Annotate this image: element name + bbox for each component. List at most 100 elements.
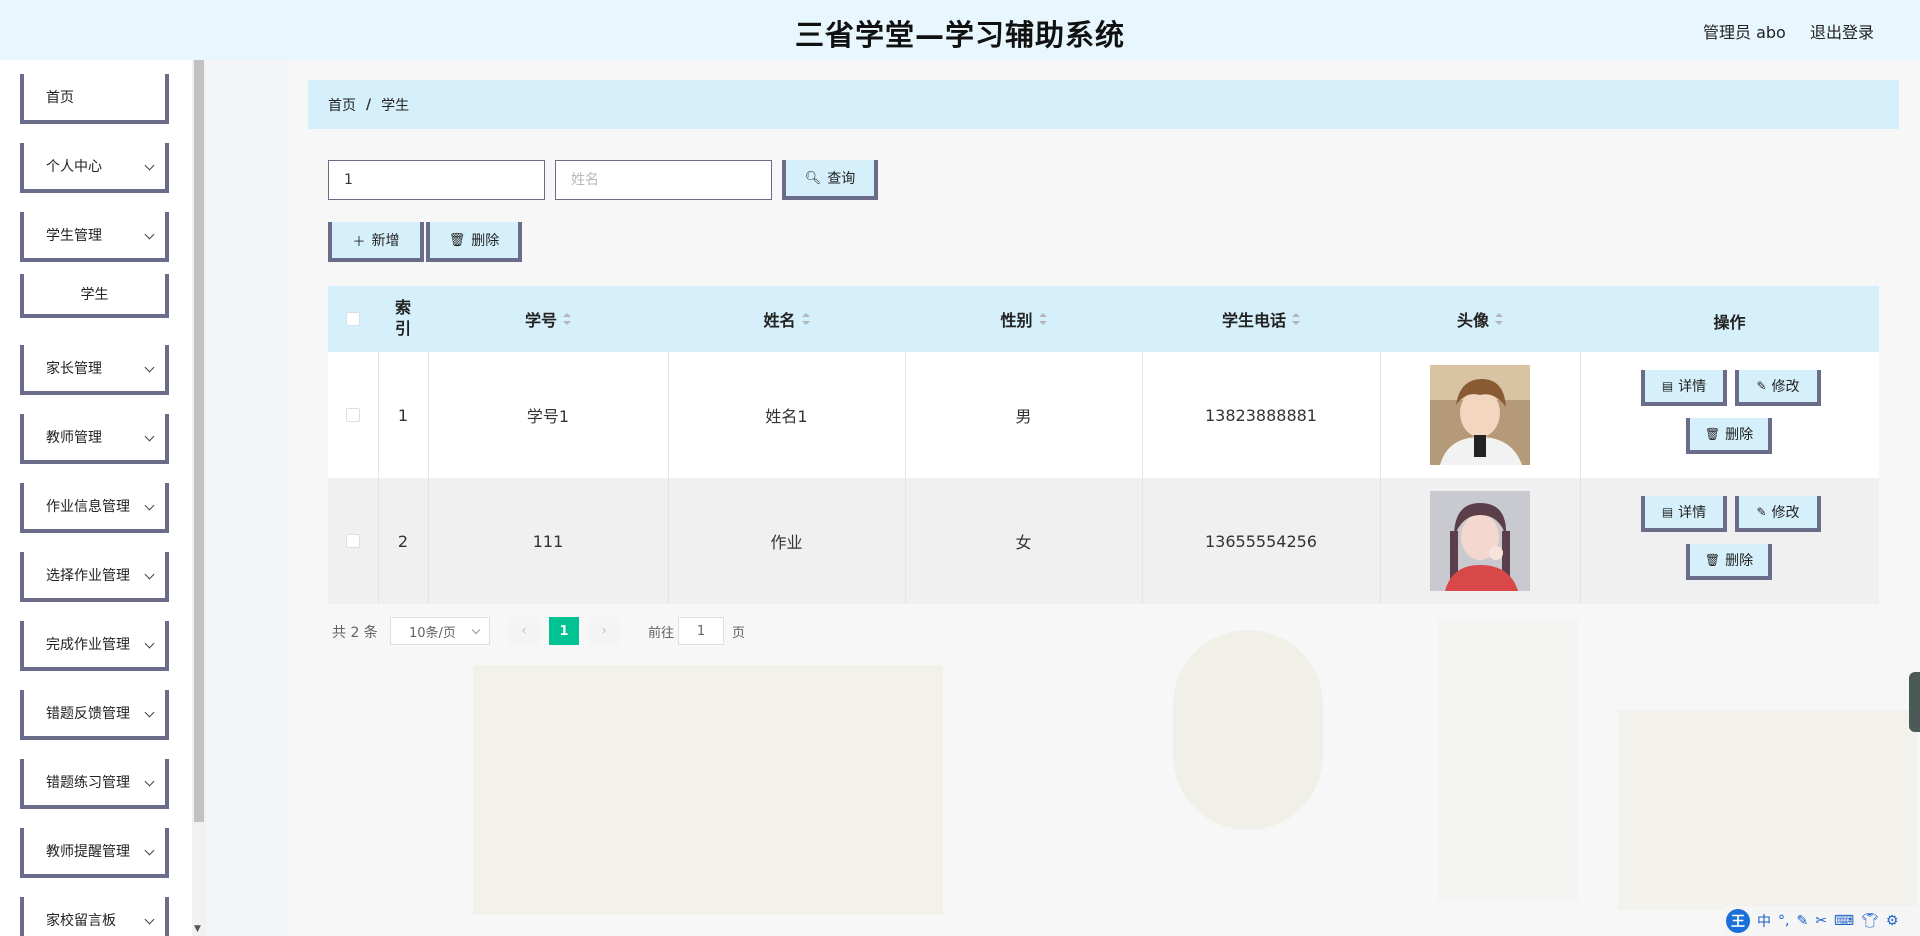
sidebar-item-label: 错题练习管理 [46,775,130,791]
name-search-input[interactable] [555,160,772,200]
sidebar-subitem-student[interactable]: 学生 [20,274,169,318]
prev-page-button[interactable]: ‹ [509,617,539,645]
query-label: 查询 [827,171,856,187]
plus-icon: ＋ [352,234,366,250]
column-header-name[interactable]: 姓名 [668,286,905,352]
edit-button[interactable]: ✎ 修改 [1735,496,1821,532]
sidebar-item-complete-homework[interactable]: 完成作业管理 [20,621,169,671]
delete-label: 删除 [471,233,500,249]
add-button[interactable]: ＋ 新增 [328,222,424,262]
delete-button[interactable]: 🗑︎ 删除 [1686,544,1772,580]
scroll-down-icon[interactable]: ▼ [194,924,201,934]
chevron-down-icon [144,638,155,649]
chevron-down-icon [144,845,155,856]
keyboard-icon[interactable]: ⌨ [1834,913,1854,929]
sidebar-item-label: 作业信息管理 [46,499,130,515]
column-label: 性别 [1000,311,1033,330]
delete-label: 删除 [1725,553,1754,569]
column-header-gender[interactable]: 性别 [905,286,1142,352]
chevron-down-icon [144,431,155,442]
scrollbar-thumb[interactable] [194,60,204,822]
column-header-actions: 操作 [1713,313,1746,332]
chevron-down-icon [144,914,155,925]
cell-gender: 男 [1015,407,1032,426]
column-header-phone[interactable]: 学生电话 [1142,286,1380,352]
batch-delete-button[interactable]: 🗑︎ 删除 [426,222,522,262]
sidebar-item-home[interactable]: 首页 [20,74,169,124]
background-decoration [473,665,943,915]
sidebar-item-error-feedback[interactable]: 错题反馈管理 [20,690,169,740]
trash-icon: 🗑︎ [1704,553,1721,567]
chevron-down-icon [144,229,155,240]
edit-icon: ✎ [1756,379,1767,393]
avatar[interactable] [1430,491,1530,591]
admin-label: 管理员 abo [1703,23,1786,42]
sidebar-item-teacher-management[interactable]: 教师管理 [20,414,169,464]
detail-button[interactable]: ▤ 详情 [1641,370,1727,406]
sidebar-item-message-board[interactable]: 家校留言板 [20,897,169,936]
page-size-select[interactable]: 10条/页 [390,617,490,645]
sidebar-item-label: 教师管理 [46,430,102,446]
chevron-down-icon [144,707,155,718]
column-label: 头像 [1456,311,1489,330]
sidebar-item-teacher-reminder[interactable]: 教师提醒管理 [20,828,169,878]
column-header-avatar[interactable]: 头像 [1380,286,1580,352]
delete-label: 删除 [1725,427,1754,443]
goto-page-input[interactable]: 1 [678,617,724,645]
student-id-search-input[interactable] [328,160,545,200]
cell-avatar [1380,478,1580,604]
sidebar-item-label: 学生 [80,287,109,303]
chevron-down-icon [144,569,155,580]
sidebar-item-error-practice[interactable]: 错题练习管理 [20,759,169,809]
ime-logo-icon[interactable]: 王 [1726,909,1750,933]
breadcrumb-home[interactable]: 首页 [328,95,356,115]
cell-student-id: 学号1 [526,407,570,426]
avatar[interactable] [1430,365,1530,465]
edit-icon: ✎ [1756,505,1767,519]
column-header-student-id[interactable]: 学号 [428,286,668,352]
top-header: 三省学堂—学习辅助系统 管理员 abo 退出登录 [0,0,1920,60]
query-button[interactable]: 🔍︎ 查询 [782,160,878,200]
row-checkbox[interactable] [346,534,360,548]
punctuation-icon[interactable]: °, [1778,913,1789,929]
sidebar-item-select-homework[interactable]: 选择作业管理 [20,552,169,602]
sidebar-item-parent-management[interactable]: 家长管理 [20,345,169,395]
ime-toolbar: 王 中 °, ✎ ✂ ⌨ 👕︎ ⚙ [1722,906,1920,936]
next-page-button[interactable]: › [589,617,619,645]
sidebar-item-student-management[interactable]: 学生管理 [20,212,169,262]
sidebar-item-label: 教师提醒管理 [46,844,130,860]
scissors-icon[interactable]: ✂ [1815,913,1827,929]
skin-icon[interactable]: 👕︎ [1861,913,1879,929]
sidebar-item-homework-info[interactable]: 作业信息管理 [20,483,169,533]
page-number-current[interactable]: 1 [549,617,579,645]
edit-button[interactable]: ✎ 修改 [1735,370,1821,406]
select-all-cell [328,286,378,352]
floating-side-handle[interactable] [1909,672,1920,732]
sort-icon[interactable] [563,313,571,325]
detail-button[interactable]: ▤ 详情 [1641,496,1727,532]
ime-mode[interactable]: 中 [1757,911,1771,931]
sort-icon[interactable] [1038,313,1047,325]
sort-icon[interactable] [1495,313,1503,325]
delete-button[interactable]: 🗑︎ 删除 [1686,418,1772,454]
cell-avatar [1380,352,1580,478]
column-divider [1580,352,1581,478]
sidebar-item-profile[interactable]: 个人中心 [20,143,169,193]
cell-gender: 女 [1015,533,1032,552]
pen-icon[interactable]: ✎ [1796,913,1808,929]
logout-link[interactable]: 退出登录 [1810,19,1874,43]
page-size-value: 10条/页 [409,625,456,641]
sidebar-scrollbar[interactable]: ▼ [192,60,206,936]
select-all-checkbox[interactable] [346,312,360,326]
goto-prefix: 前往 [648,626,675,641]
column-label: 学号 [524,311,557,330]
settings-icon[interactable]: ⚙ [1886,913,1899,929]
chevron-down-icon [144,160,155,171]
sidebar-item-label: 选择作业管理 [46,568,130,584]
sidebar-item-label: 家长管理 [46,361,102,377]
sort-icon[interactable] [801,313,810,325]
edit-label: 修改 [1771,379,1800,395]
sort-icon[interactable] [1292,313,1300,325]
row-checkbox[interactable] [346,408,360,422]
sidebar-item-label: 家校留言板 [46,913,116,929]
